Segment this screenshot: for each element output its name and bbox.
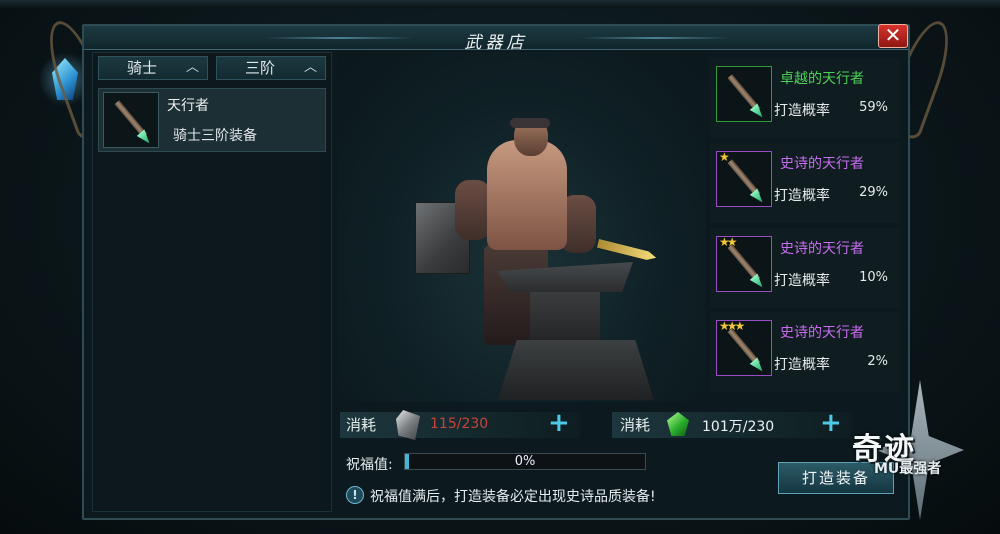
rate-value: 10% [859, 270, 888, 285]
tier-filter-dropdown[interactable]: 三阶 ︿ [216, 56, 326, 80]
rate-value: 59% [859, 100, 888, 115]
list-item[interactable]: 天行者 骑士三阶装备 [98, 88, 326, 152]
title-bar: 武器店 [84, 26, 908, 53]
cost-label: 消耗 [620, 416, 651, 434]
blessing-tip: 祝福值满后，打造装备必定出现史诗品质装备! [370, 489, 656, 505]
character-arm-left [455, 180, 491, 240]
rate-value: 2% [867, 354, 888, 369]
chevron-up-icon: ︿ [185, 60, 199, 75]
chevron-up-icon: ︿ [303, 60, 317, 75]
add-material-button[interactable]: + [548, 410, 570, 436]
result-item[interactable]: ★★ 史诗的天行者 打造概率 10% [710, 228, 900, 308]
result-name: 史诗的天行者 [780, 156, 864, 172]
top-strip [0, 0, 1000, 8]
tier-filter-label: 三阶 [245, 59, 276, 77]
anvil-middle [530, 292, 600, 342]
result-name: 卓越的天行者 [780, 71, 864, 87]
result-name: 史诗的天行者 [780, 241, 864, 257]
character-headband [510, 118, 550, 128]
weapon-icon [717, 152, 773, 208]
result-thumbnail: ★ [716, 150, 773, 208]
info-icon: ! [346, 486, 364, 504]
weapon-icon [717, 67, 773, 123]
result-thumbnail: ★★ [716, 235, 773, 293]
result-thumbnail: ★★★ [716, 319, 773, 377]
result-thumbnail [716, 66, 772, 122]
item-thumbnail [103, 92, 159, 148]
blessing-label: 祝福值: [346, 457, 393, 473]
close-button[interactable]: ✕ [878, 24, 908, 48]
item-name: 天行者 [167, 98, 209, 114]
rate-label: 打造概率 [774, 273, 830, 289]
result-name: 史诗的天行者 [780, 325, 864, 341]
class-filter-label: 骑士 [127, 59, 158, 77]
gem-cost-value: 101万/230 [702, 419, 775, 435]
window-title: 武器店 [464, 33, 528, 53]
cost-label: 消耗 [346, 416, 377, 434]
material-cost-value: 115/230 [430, 416, 489, 432]
item-subtitle: 骑士三阶装备 [173, 128, 257, 144]
logo-subtitle: MU最强者 [874, 461, 942, 477]
character-body [487, 140, 567, 250]
rate-label: 打造概率 [774, 188, 830, 204]
weapon-icon [104, 93, 160, 149]
blessing-percent: 0% [514, 454, 536, 469]
weapon-icon [717, 237, 773, 293]
rate-value: 29% [859, 185, 888, 200]
rate-label: 打造概率 [774, 103, 830, 119]
game-logo: 奇迹 MU最强者 [840, 372, 996, 528]
class-filter-dropdown[interactable]: 骑士 ︿ [98, 56, 208, 80]
weapon-icon [717, 321, 773, 377]
result-item[interactable]: 卓越的天行者 打造概率 59% [710, 58, 900, 138]
add-gem-button[interactable]: + [820, 410, 842, 436]
anvil-base [498, 340, 654, 400]
rate-label: 打造概率 [774, 357, 830, 373]
result-item[interactable]: ★ 史诗的天行者 打造概率 29% [710, 143, 900, 223]
